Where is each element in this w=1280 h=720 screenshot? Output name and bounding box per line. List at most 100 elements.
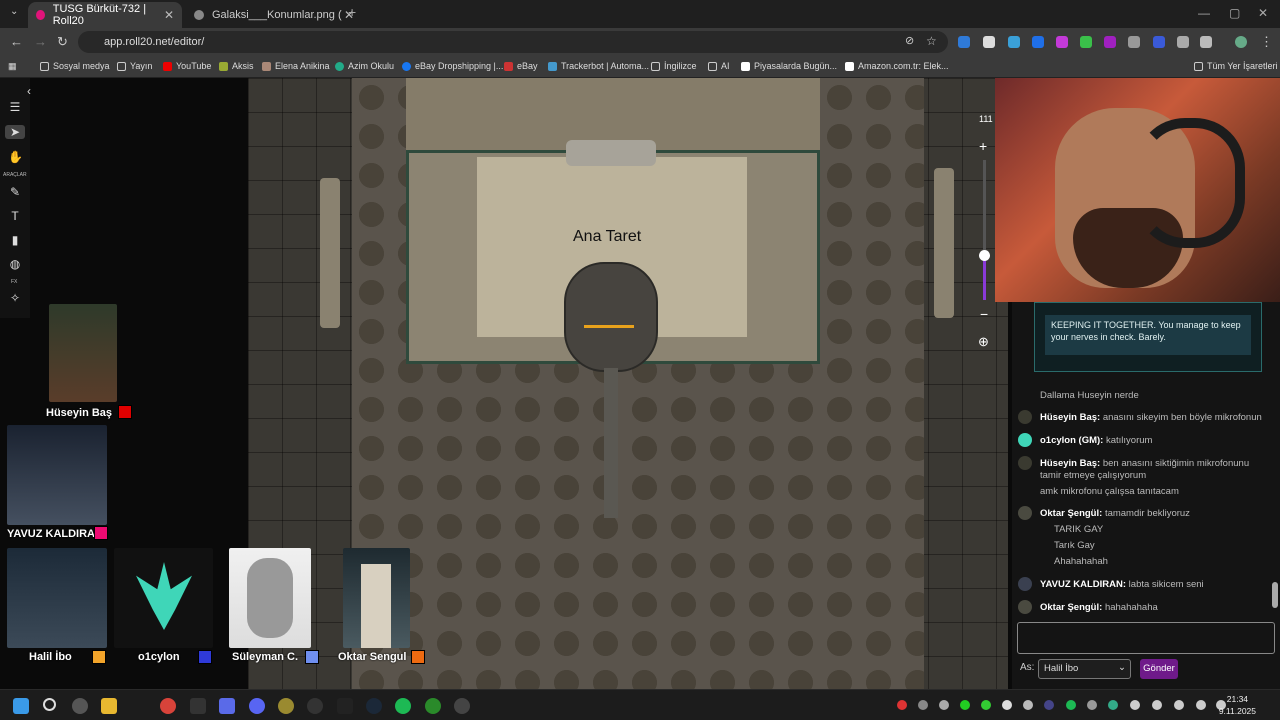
bookmark-item[interactable]: eBay Dropshipping |... xyxy=(402,61,503,71)
tray-icon[interactable] xyxy=(1066,700,1076,710)
forward-icon[interactable]: → xyxy=(34,34,47,49)
recenter-icon[interactable]: ⊕ xyxy=(978,334,989,350)
system-clock[interactable]: 21:34 9.11.2025 xyxy=(1219,693,1256,717)
spotify-icon[interactable] xyxy=(395,698,411,714)
extension-icon[interactable] xyxy=(1177,36,1189,48)
bookmark-star-icon[interactable]: ☆ xyxy=(926,34,937,48)
app-icon[interactable] xyxy=(307,698,323,714)
terminal-icon[interactable] xyxy=(190,698,206,714)
text-tool-icon[interactable]: T xyxy=(8,209,22,223)
player-portrait[interactable] xyxy=(7,548,107,648)
steam-icon[interactable] xyxy=(366,698,382,714)
extension-icon[interactable] xyxy=(958,36,970,48)
url-field[interactable]: app.roll20.net/editor/ xyxy=(78,31,948,53)
tray-icon[interactable] xyxy=(897,700,907,710)
app-icon[interactable] xyxy=(72,698,88,714)
discord-icon[interactable] xyxy=(249,698,265,714)
chat-input[interactable] xyxy=(1017,622,1275,654)
extension-icon[interactable] xyxy=(1032,36,1044,48)
app-icon[interactable] xyxy=(278,698,294,714)
player-color-swatch[interactable] xyxy=(198,650,212,664)
app-icon[interactable] xyxy=(219,698,235,714)
tray-icon[interactable] xyxy=(1108,700,1118,710)
bookmark-item[interactable]: Yayın xyxy=(117,61,152,71)
app-icon[interactable] xyxy=(454,698,470,714)
tray-icon[interactable] xyxy=(918,700,928,710)
close-window-icon[interactable]: ✕ xyxy=(1258,6,1268,20)
player-portrait[interactable] xyxy=(114,548,213,648)
extension-icon[interactable] xyxy=(1008,36,1020,48)
apps-grid-icon[interactable]: ▦ xyxy=(8,61,17,72)
bookmark-item[interactable]: YouTube xyxy=(163,61,211,71)
tray-icon[interactable] xyxy=(1130,700,1140,710)
tray-icon[interactable] xyxy=(1087,700,1097,710)
zoom-in-icon[interactable]: + xyxy=(979,138,987,154)
player-portrait[interactable] xyxy=(229,548,311,648)
microphone-icon[interactable] xyxy=(1174,700,1184,710)
player-portrait[interactable] xyxy=(49,304,117,402)
profile-avatar-icon[interactable] xyxy=(1235,36,1247,48)
speak-as-select[interactable]: Halil İbo ⌄ xyxy=(1038,659,1131,679)
bookmark-item[interactable]: Elena Anikina xyxy=(262,61,330,71)
bookmark-item[interactable]: Sosyal medya xyxy=(40,61,110,71)
player-color-swatch[interactable] xyxy=(118,405,132,419)
all-bookmarks[interactable]: Tüm Yer İşaretleri xyxy=(1194,61,1278,71)
zoom-out-icon[interactable]: − xyxy=(980,306,988,322)
chat-scrollbar[interactable] xyxy=(1272,582,1278,608)
extension-icon[interactable] xyxy=(1128,36,1140,48)
bookmark-item[interactable]: İngilizce xyxy=(651,61,697,71)
bookmark-item[interactable]: eBay xyxy=(504,61,538,71)
tray-icon[interactable] xyxy=(960,700,970,710)
bookmark-item[interactable]: AI xyxy=(708,61,730,71)
tray-icon[interactable] xyxy=(939,700,949,710)
player-color-swatch[interactable] xyxy=(92,650,106,664)
start-windows-icon[interactable] xyxy=(13,698,29,714)
tab-search-icon[interactable]: ⌄ xyxy=(10,6,18,17)
cast-icon[interactable]: ⊘ xyxy=(905,34,914,47)
player-color-swatch[interactable] xyxy=(411,650,425,664)
tab-galaksi[interactable]: Galaksi___Konumlar.png (2970× ✕ xyxy=(186,2,362,28)
player-portrait[interactable] xyxy=(7,425,107,525)
ruler-icon[interactable]: ▮ xyxy=(8,233,22,247)
chrome-icon[interactable] xyxy=(160,698,176,714)
player-color-swatch[interactable] xyxy=(94,526,108,540)
send-button[interactable]: Gönder xyxy=(1140,659,1178,679)
file-explorer-icon[interactable] xyxy=(101,698,117,714)
bookmark-item[interactable]: Trackerbot | Automa... xyxy=(548,61,649,71)
draw-brush-icon[interactable]: ✎ xyxy=(8,185,22,199)
extension-icon[interactable] xyxy=(1080,36,1092,48)
pan-hand-icon[interactable]: ✋ xyxy=(8,150,23,164)
tab-roll20[interactable]: TUSG Bürküt-732 | Roll20 ✕ xyxy=(28,2,182,28)
tray-icon[interactable] xyxy=(1152,700,1162,710)
back-icon[interactable]: ← xyxy=(10,34,23,49)
minimize-icon[interactable]: — xyxy=(1198,6,1210,20)
new-tab-button[interactable]: + xyxy=(348,4,356,20)
extensions-puzzle-icon[interactable] xyxy=(1200,36,1212,48)
network-icon[interactable] xyxy=(1196,700,1206,710)
extension-icon[interactable] xyxy=(1153,36,1165,48)
select-pointer-icon[interactable]: ➤ xyxy=(5,125,25,139)
extension-icon[interactable] xyxy=(983,36,995,48)
player-portrait[interactable] xyxy=(343,548,410,648)
zoom-slider-handle[interactable] xyxy=(979,250,990,261)
menu-dots-icon[interactable]: ⋮ xyxy=(1260,34,1273,50)
search-icon[interactable] xyxy=(43,698,56,711)
collapse-chevron-icon[interactable]: ‹ xyxy=(22,84,36,98)
bookmark-item[interactable]: Amazon.com.tr: Elek... xyxy=(845,61,949,71)
hamburger-menu-icon[interactable]: ☰ xyxy=(8,100,22,114)
magic-wand-icon[interactable]: ✧ xyxy=(8,291,22,305)
epic-games-icon[interactable] xyxy=(337,698,353,714)
extension-icon[interactable] xyxy=(1056,36,1068,48)
bookmark-item[interactable]: Azim Okulu xyxy=(335,61,394,71)
reload-icon[interactable]: ↻ xyxy=(57,34,68,50)
fog-icon[interactable]: ◍ xyxy=(8,257,22,271)
bookmark-item[interactable]: Piyasalarda Bugün... xyxy=(741,61,837,71)
tray-icon[interactable] xyxy=(1002,700,1012,710)
bookmark-item[interactable]: Aksis xyxy=(219,61,254,71)
player-color-swatch[interactable] xyxy=(305,650,319,664)
xbox-icon[interactable] xyxy=(425,698,441,714)
tray-icon[interactable] xyxy=(981,700,991,710)
tray-icon[interactable] xyxy=(1044,700,1054,710)
close-icon[interactable]: ✕ xyxy=(164,8,174,22)
maximize-icon[interactable]: ▢ xyxy=(1229,6,1240,20)
